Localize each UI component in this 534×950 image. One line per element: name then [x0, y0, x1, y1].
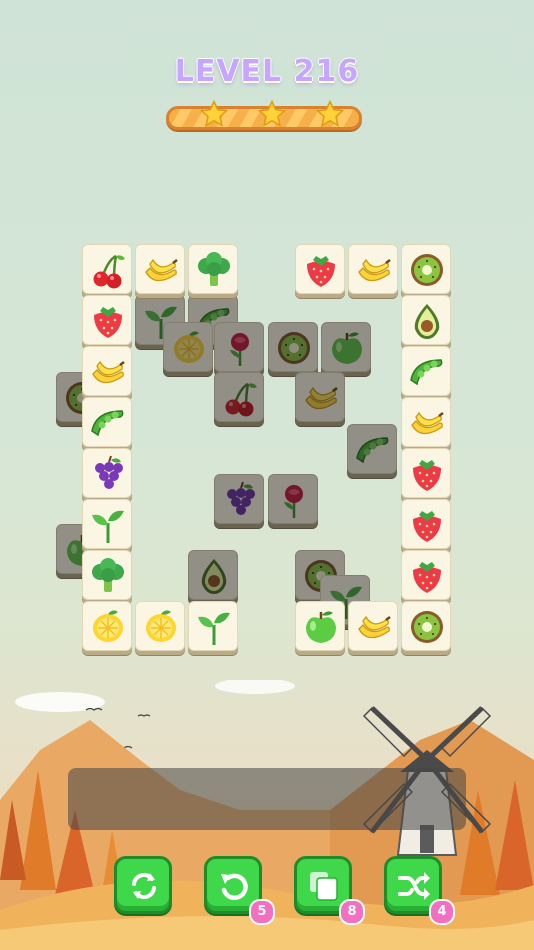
tile-tray [68, 768, 466, 830]
tile-peapod [347, 424, 397, 474]
avocado-icon [201, 559, 227, 594]
lemon-icon [93, 610, 123, 642]
tile-strawberry[interactable] [401, 550, 451, 600]
strawberry-icon [307, 256, 335, 287]
sprout-icon [92, 510, 124, 543]
tile-banana [295, 372, 345, 422]
level-title: LEVEL 216 [174, 54, 360, 89]
tile-kiwi [268, 322, 318, 372]
tile-rose [214, 322, 264, 372]
tile-sprout[interactable] [188, 601, 238, 651]
banana-icon [411, 411, 444, 435]
undo-icon [221, 873, 248, 901]
peapod-icon [356, 437, 389, 464]
undo-count-badge: 5 [249, 899, 275, 925]
tile-banana[interactable] [401, 397, 451, 447]
tile-banana[interactable] [135, 244, 185, 294]
tile-lemon [163, 322, 213, 372]
refresh-button[interactable] [114, 856, 172, 914]
star-icon [199, 99, 229, 127]
grapes-icon [227, 481, 255, 515]
tile-strawberry[interactable] [401, 448, 451, 498]
tile-strawberry[interactable] [295, 244, 345, 294]
tile-peapod[interactable] [401, 346, 451, 396]
tile-strawberry[interactable] [82, 295, 132, 345]
tile-banana[interactable] [348, 244, 398, 294]
banana-icon [358, 258, 391, 282]
shuffle-count-badge: 4 [429, 899, 455, 925]
star-icon [315, 99, 345, 127]
lemon-icon [146, 610, 176, 642]
peapod-icon [91, 410, 124, 437]
banana-icon [145, 258, 178, 282]
tile-lemon[interactable] [82, 601, 132, 651]
tile-banana[interactable] [82, 346, 132, 396]
star-progress-bar [166, 99, 362, 130]
tile-broccoli[interactable] [188, 244, 238, 294]
strawberry-icon [94, 307, 122, 338]
tile-banana[interactable] [348, 601, 398, 651]
tile-cherry[interactable] [82, 244, 132, 294]
tile-grapes [214, 474, 264, 524]
kiwi-icon [411, 611, 443, 643]
tile-sprout[interactable] [82, 499, 132, 549]
tile-grapes[interactable] [82, 448, 132, 498]
apple-icon [306, 611, 336, 643]
rose-icon [284, 485, 303, 518]
kiwi-icon [411, 254, 443, 286]
shuffle-icon [398, 872, 430, 900]
tile-broccoli[interactable] [82, 550, 132, 600]
tile-apple [321, 322, 371, 372]
broccoli-icon [92, 558, 124, 592]
tile-lemon[interactable] [135, 601, 185, 651]
cherry-icon [225, 382, 257, 417]
tile-avocado[interactable] [401, 295, 451, 345]
avocado-icon [414, 304, 440, 339]
strawberry-icon [413, 511, 441, 542]
tile-kiwi[interactable] [401, 601, 451, 651]
tile-cherry [214, 372, 264, 422]
tile-peapod[interactable] [82, 397, 132, 447]
cards-count-badge: 8 [339, 899, 365, 925]
banana-icon [358, 615, 391, 639]
strawberry-icon [413, 562, 441, 593]
apple-icon [332, 332, 362, 364]
grapes-icon [95, 455, 123, 489]
rose-icon [230, 333, 249, 366]
broccoli-icon [198, 252, 230, 286]
cherry-icon [93, 254, 125, 289]
banana-icon [305, 386, 338, 410]
tile-rose [268, 474, 318, 524]
star-icon [257, 99, 287, 127]
kiwi-icon [278, 332, 310, 364]
tile-apple[interactable] [295, 601, 345, 651]
tile-strawberry[interactable] [401, 499, 451, 549]
peapod-icon [410, 359, 443, 386]
strawberry-icon [413, 460, 441, 491]
cards-icon [310, 872, 338, 901]
banana-icon [92, 360, 125, 384]
sprout-icon [198, 612, 230, 645]
tile-avocado [188, 550, 238, 600]
tile-kiwi[interactable] [401, 244, 451, 294]
lemon-icon [174, 331, 204, 363]
refresh-icon [132, 872, 156, 900]
